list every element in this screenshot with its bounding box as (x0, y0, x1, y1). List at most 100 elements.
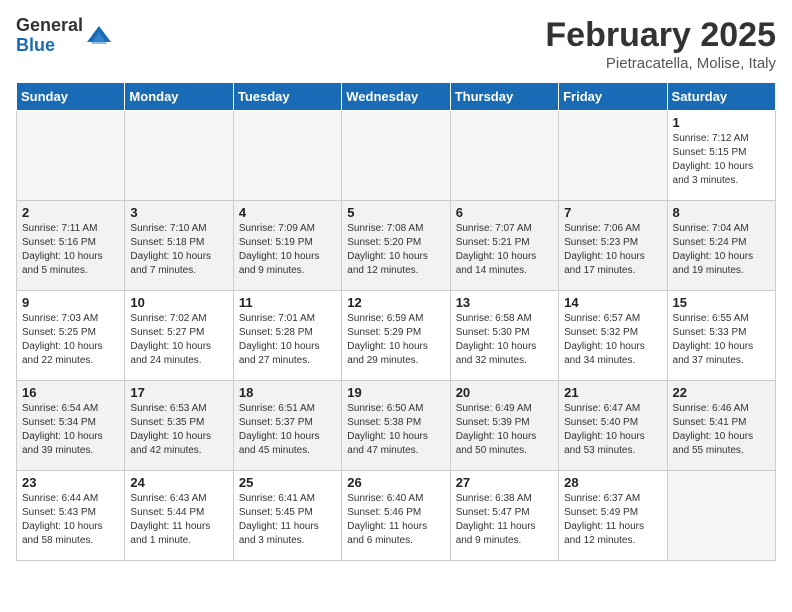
calendar-cell: 3 Sunrise: 7:10 AM Sunset: 5:18 PM Daylig… (125, 201, 233, 291)
day-number: 25 (239, 475, 336, 490)
day-number: 10 (130, 295, 227, 310)
day-info: Sunrise: 6:41 AM Sunset: 5:45 PM Dayligh… (239, 492, 336, 548)
day-info: Sunrise: 7:09 AM Sunset: 5:19 PM Dayligh… (239, 222, 336, 278)
calendar-cell: 14 Sunrise: 6:57 AM Sunset: 5:32 PM Dayli… (559, 291, 667, 381)
day-number: 9 (22, 295, 119, 310)
day-number: 3 (130, 205, 227, 220)
calendar-cell: 28Sunrise: 6:37 AM Sunset: 5:49 PM Dayli… (559, 471, 667, 561)
weekday-header-friday: Friday (559, 83, 667, 111)
calendar-cell: 1 Sunrise: 7:12 AM Sunset: 5:15 PM Daylig… (667, 111, 775, 201)
day-number: 11 (239, 295, 336, 310)
calendar-cell: 25 Sunrise: 6:41 AM Sunset: 5:45 PM Dayli… (233, 471, 341, 561)
calendar-cell: 5Sunrise: 7:08 AM Sunset: 5:20 PM Daylig… (342, 201, 450, 291)
logo: General Blue (16, 16, 113, 56)
calendar-table: SundayMondayTuesdayWednesdayThursdayFrid… (16, 82, 776, 561)
calendar-cell (233, 111, 341, 201)
logo-icon (85, 22, 113, 50)
calendar-cell: 17 Sunrise: 6:53 AM Sunset: 5:35 PM Dayli… (125, 381, 233, 471)
calendar-cell: 23 Sunrise: 6:44 AM Sunset: 5:43 PM Dayli… (17, 471, 125, 561)
day-info: Sunrise: 6:55 AM Sunset: 5:33 PM Dayligh… (673, 312, 770, 368)
day-number: 28 (564, 475, 661, 490)
location-subtitle: Pietracatella, Molise, Italy (545, 55, 776, 72)
title-block: February 2025 Pietracatella, Molise, Ita… (545, 16, 776, 72)
weekday-header-row: SundayMondayTuesdayWednesdayThursdayFrid… (17, 83, 776, 111)
day-number: 19 (347, 385, 444, 400)
calendar-cell: 24 Sunrise: 6:43 AM Sunset: 5:44 PM Dayli… (125, 471, 233, 561)
day-info: Sunrise: 6:43 AM Sunset: 5:44 PM Dayligh… (130, 492, 227, 548)
day-number: 15 (673, 295, 770, 310)
day-number: 17 (130, 385, 227, 400)
day-number: 7 (564, 205, 661, 220)
day-info: Sunrise: 7:02 AM Sunset: 5:27 PM Dayligh… (130, 312, 227, 368)
day-number: 2 (22, 205, 119, 220)
calendar-week-row: 2 Sunrise: 7:11 AM Sunset: 5:16 PM Daylig… (17, 201, 776, 291)
calendar-cell: 7Sunrise: 7:06 AM Sunset: 5:23 PM Daylig… (559, 201, 667, 291)
day-info: Sunrise: 7:04 AM Sunset: 5:24 PM Dayligh… (673, 222, 770, 278)
calendar-cell: 2 Sunrise: 7:11 AM Sunset: 5:16 PM Daylig… (17, 201, 125, 291)
calendar-cell: 8Sunrise: 7:04 AM Sunset: 5:24 PM Daylig… (667, 201, 775, 291)
day-number: 5 (347, 205, 444, 220)
calendar-cell: 19Sunrise: 6:50 AM Sunset: 5:38 PM Dayli… (342, 381, 450, 471)
day-info: Sunrise: 7:11 AM Sunset: 5:16 PM Dayligh… (22, 222, 119, 278)
day-number: 13 (456, 295, 553, 310)
calendar-cell: 16Sunrise: 6:54 AM Sunset: 5:34 PM Dayli… (17, 381, 125, 471)
day-number: 26 (347, 475, 444, 490)
calendar-cell: 10 Sunrise: 7:02 AM Sunset: 5:27 PM Dayli… (125, 291, 233, 381)
calendar-week-row: 9 Sunrise: 7:03 AM Sunset: 5:25 PM Daylig… (17, 291, 776, 381)
logo-general-text: General (16, 16, 83, 36)
calendar-cell: 11 Sunrise: 7:01 AM Sunset: 5:28 PM Dayli… (233, 291, 341, 381)
day-info: Sunrise: 6:46 AM Sunset: 5:41 PM Dayligh… (673, 402, 770, 458)
day-info: Sunrise: 6:38 AM Sunset: 5:47 PM Dayligh… (456, 492, 553, 548)
weekday-header-saturday: Saturday (667, 83, 775, 111)
page-header: General Blue February 2025 Pietracatella… (16, 16, 776, 72)
day-info: Sunrise: 7:03 AM Sunset: 5:25 PM Dayligh… (22, 312, 119, 368)
day-info: Sunrise: 6:59 AM Sunset: 5:29 PM Dayligh… (347, 312, 444, 368)
calendar-cell (667, 471, 775, 561)
day-info: Sunrise: 7:07 AM Sunset: 5:21 PM Dayligh… (456, 222, 553, 278)
calendar-cell: 18 Sunrise: 6:51 AM Sunset: 5:37 PM Dayli… (233, 381, 341, 471)
calendar-cell (125, 111, 233, 201)
day-info: Sunrise: 6:47 AM Sunset: 5:40 PM Dayligh… (564, 402, 661, 458)
day-number: 18 (239, 385, 336, 400)
day-info: Sunrise: 6:58 AM Sunset: 5:30 PM Dayligh… (456, 312, 553, 368)
day-number: 6 (456, 205, 553, 220)
calendar-week-row: 23 Sunrise: 6:44 AM Sunset: 5:43 PM Dayli… (17, 471, 776, 561)
calendar-cell: 9 Sunrise: 7:03 AM Sunset: 5:25 PM Daylig… (17, 291, 125, 381)
day-number: 21 (564, 385, 661, 400)
weekday-header-wednesday: Wednesday (342, 83, 450, 111)
day-number: 1 (673, 115, 770, 130)
weekday-header-monday: Monday (125, 83, 233, 111)
calendar-cell: 15 Sunrise: 6:55 AM Sunset: 5:33 PM Dayli… (667, 291, 775, 381)
day-number: 12 (347, 295, 444, 310)
day-info: Sunrise: 7:10 AM Sunset: 5:18 PM Dayligh… (130, 222, 227, 278)
day-info: Sunrise: 7:01 AM Sunset: 5:28 PM Dayligh… (239, 312, 336, 368)
day-number: 4 (239, 205, 336, 220)
day-number: 23 (22, 475, 119, 490)
day-number: 27 (456, 475, 553, 490)
weekday-header-sunday: Sunday (17, 83, 125, 111)
day-number: 14 (564, 295, 661, 310)
calendar-cell: 6 Sunrise: 7:07 AM Sunset: 5:21 PM Daylig… (450, 201, 558, 291)
calendar-cell: 20Sunrise: 6:49 AM Sunset: 5:39 PM Dayli… (450, 381, 558, 471)
day-info: Sunrise: 6:49 AM Sunset: 5:39 PM Dayligh… (456, 402, 553, 458)
day-info: Sunrise: 7:12 AM Sunset: 5:15 PM Dayligh… (673, 132, 770, 188)
calendar-cell: 22 Sunrise: 6:46 AM Sunset: 5:41 PM Dayli… (667, 381, 775, 471)
calendar-cell (450, 111, 558, 201)
calendar-cell (17, 111, 125, 201)
calendar-cell: 26Sunrise: 6:40 AM Sunset: 5:46 PM Dayli… (342, 471, 450, 561)
calendar-week-row: 16Sunrise: 6:54 AM Sunset: 5:34 PM Dayli… (17, 381, 776, 471)
day-number: 16 (22, 385, 119, 400)
day-number: 24 (130, 475, 227, 490)
logo-blue-text: Blue (16, 36, 83, 56)
day-info: Sunrise: 6:51 AM Sunset: 5:37 PM Dayligh… (239, 402, 336, 458)
calendar-cell: 13 Sunrise: 6:58 AM Sunset: 5:30 PM Dayli… (450, 291, 558, 381)
calendar-cell: 12 Sunrise: 6:59 AM Sunset: 5:29 PM Dayli… (342, 291, 450, 381)
month-title: February 2025 (545, 16, 776, 55)
day-info: Sunrise: 6:53 AM Sunset: 5:35 PM Dayligh… (130, 402, 227, 458)
day-info: Sunrise: 6:44 AM Sunset: 5:43 PM Dayligh… (22, 492, 119, 548)
calendar-cell (342, 111, 450, 201)
day-info: Sunrise: 6:57 AM Sunset: 5:32 PM Dayligh… (564, 312, 661, 368)
day-number: 22 (673, 385, 770, 400)
weekday-header-thursday: Thursday (450, 83, 558, 111)
calendar-cell: 27 Sunrise: 6:38 AM Sunset: 5:47 PM Dayli… (450, 471, 558, 561)
